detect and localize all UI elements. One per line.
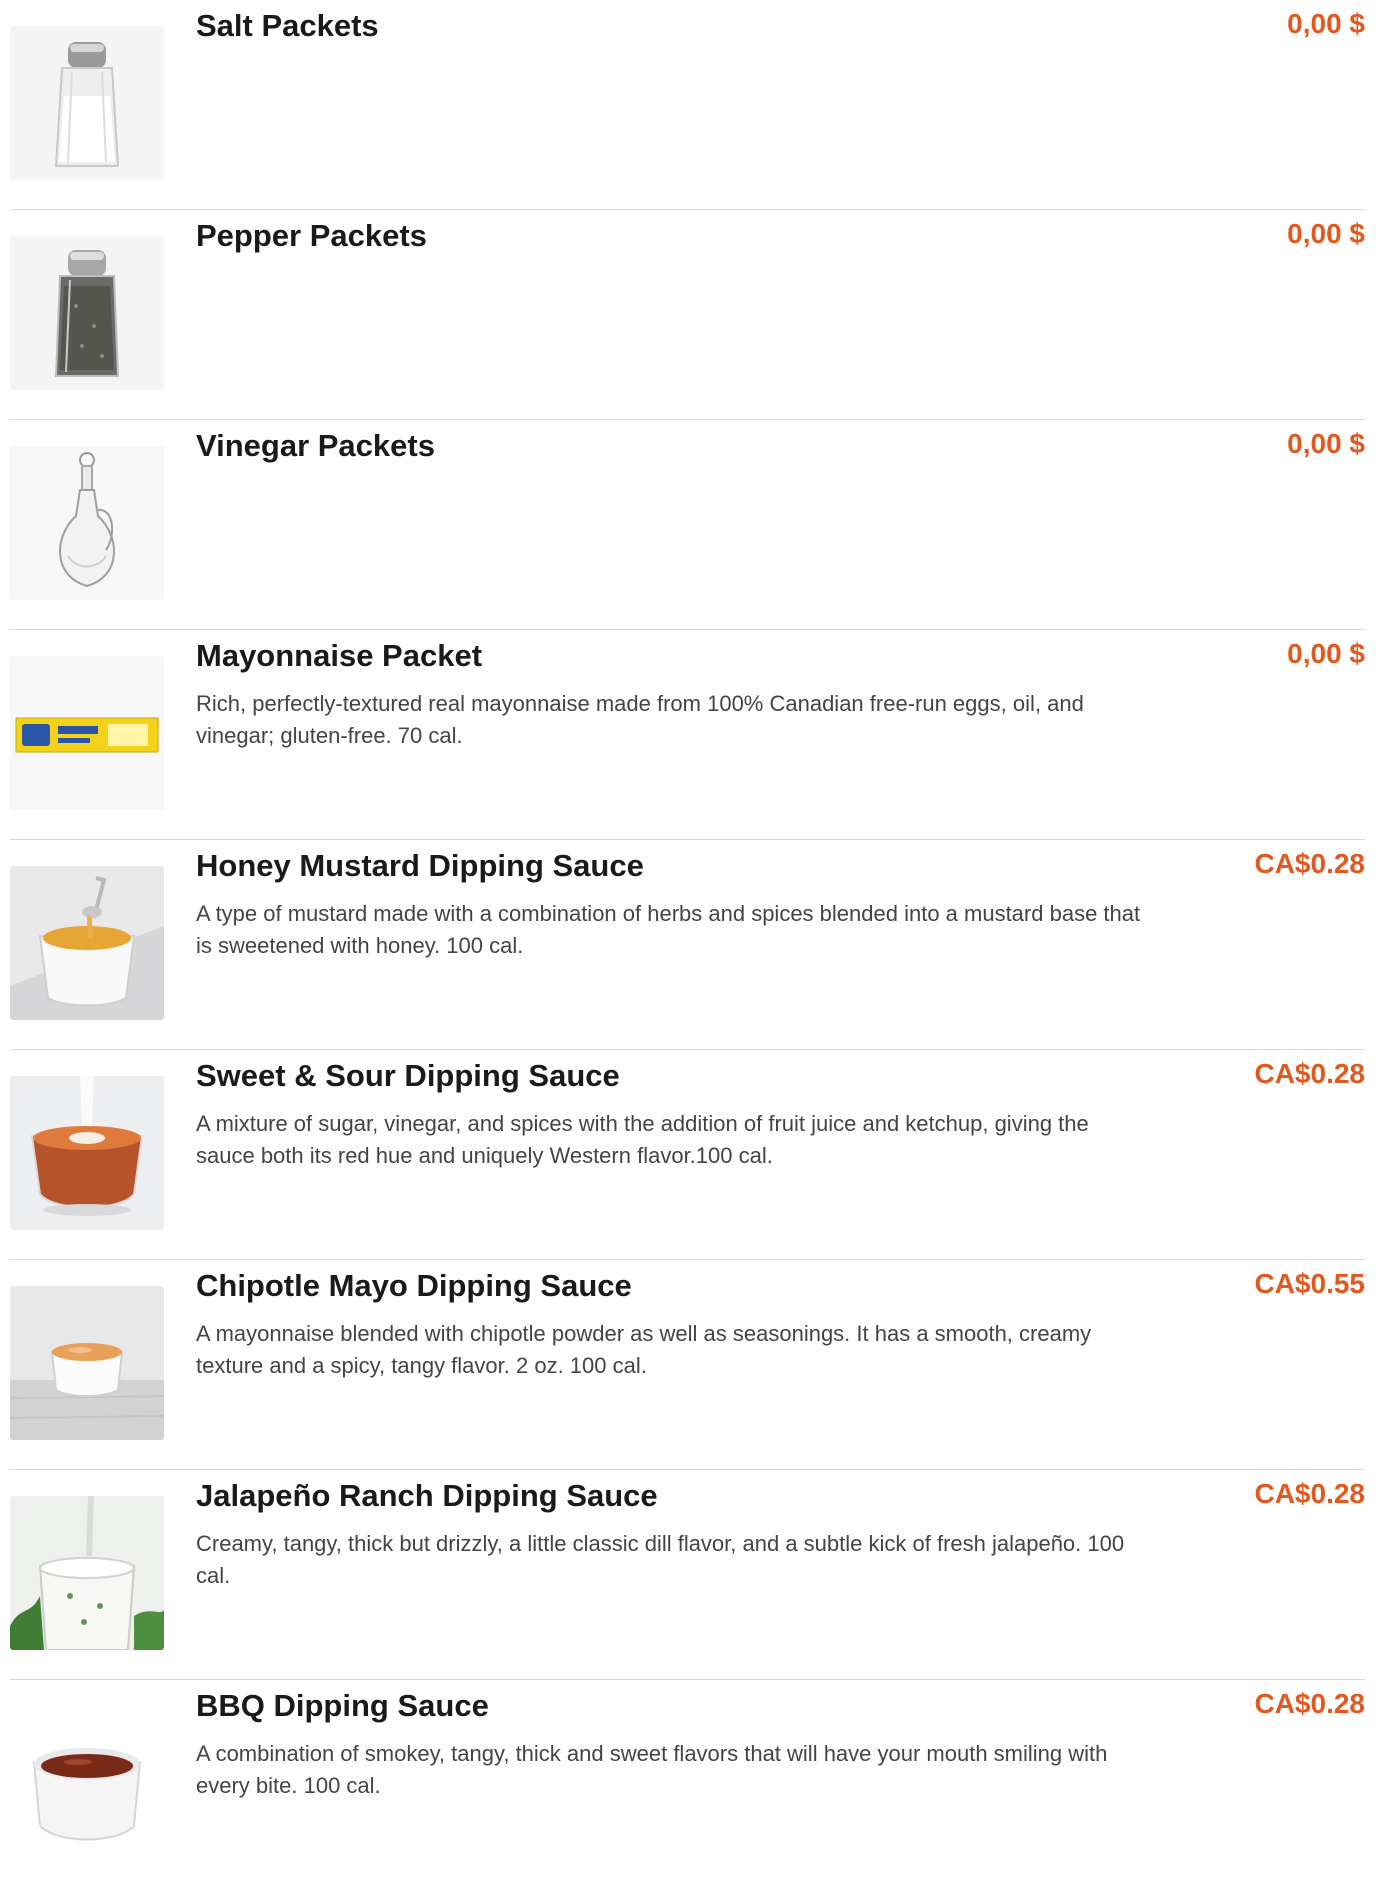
menu-item[interactable]: Sweet & Sour Dipping Sauce CA$0.28 A mix…: [0, 1050, 1393, 1260]
item-description: Creamy, tangy, thick but drizzly, a litt…: [196, 1531, 1125, 1588]
item-name: Sweet & Sour Dipping Sauce: [196, 1058, 620, 1093]
item-description: A type of mustard made with a combinatio…: [196, 901, 1141, 958]
item-description: Rich, perfectly-textured real mayonnaise…: [196, 691, 1084, 748]
item-price: CA$0.28: [1254, 848, 1365, 879]
bbq-sauce-image: [10, 1706, 164, 1860]
menu-item[interactable]: BBQ Dipping Sauce CA$0.28 A combination …: [0, 1680, 1393, 1885]
item-price: 0,00 $: [1287, 8, 1365, 39]
item-description: A combination of smokey, tangy, thick an…: [196, 1741, 1108, 1798]
item-name: Salt Packets: [196, 8, 379, 43]
menu-item[interactable]: Chipotle Mayo Dipping Sauce CA$0.55 A ma…: [0, 1260, 1393, 1470]
item-price: CA$0.55: [1254, 1268, 1365, 1299]
sweet-sour-sauce-image: [10, 1076, 164, 1230]
item-price: CA$0.28: [1254, 1478, 1365, 1509]
item-price: 0,00 $: [1287, 638, 1365, 669]
honey-mustard-image: [10, 866, 164, 1020]
item-name: Jalapeño Ranch Dipping Sauce: [196, 1478, 658, 1513]
item-name: Chipotle Mayo Dipping Sauce: [196, 1268, 632, 1303]
mayonnaise-packet-image: [10, 656, 164, 810]
chipotle-mayo-image: [10, 1286, 164, 1440]
item-name: Mayonnaise Packet: [196, 638, 483, 673]
item-price: 0,00 $: [1287, 428, 1365, 459]
item-price: CA$0.28: [1254, 1058, 1365, 1089]
menu-item[interactable]: Mayonnaise Packet 0,00 $ Rich, perfectly…: [0, 630, 1393, 840]
item-description: A mayonnaise blended with chipotle powde…: [196, 1321, 1092, 1378]
menu-item[interactable]: Vinegar Packets 0,00 $: [0, 420, 1393, 630]
item-name: BBQ Dipping Sauce: [196, 1688, 489, 1723]
jalapeno-ranch-image: [10, 1496, 164, 1650]
menu-item[interactable]: Honey Mustard Dipping Sauce CA$0.28 A ty…: [0, 840, 1393, 1050]
item-name: Vinegar Packets: [196, 428, 435, 463]
item-name: Pepper Packets: [196, 218, 427, 253]
menu-item[interactable]: Jalapeño Ranch Dipping Sauce CA$0.28 Cre…: [0, 1470, 1393, 1680]
vinegar-cruet-image: [10, 446, 164, 600]
item-description: A mixture of sugar, vinegar, and spices …: [196, 1111, 1089, 1168]
menu-item[interactable]: Salt Packets 0,00 $: [0, 0, 1393, 210]
item-name: Honey Mustard Dipping Sauce: [196, 848, 644, 883]
pepper-shaker-image: [10, 236, 164, 390]
salt-shaker-image: [10, 26, 164, 180]
menu-list: Salt Packets 0,00 $ Pepper Packets 0,00 …: [0, 0, 1393, 1885]
menu-item[interactable]: Pepper Packets 0,00 $: [0, 210, 1393, 420]
item-price: CA$0.28: [1254, 1688, 1365, 1719]
item-price: 0,00 $: [1287, 218, 1365, 249]
